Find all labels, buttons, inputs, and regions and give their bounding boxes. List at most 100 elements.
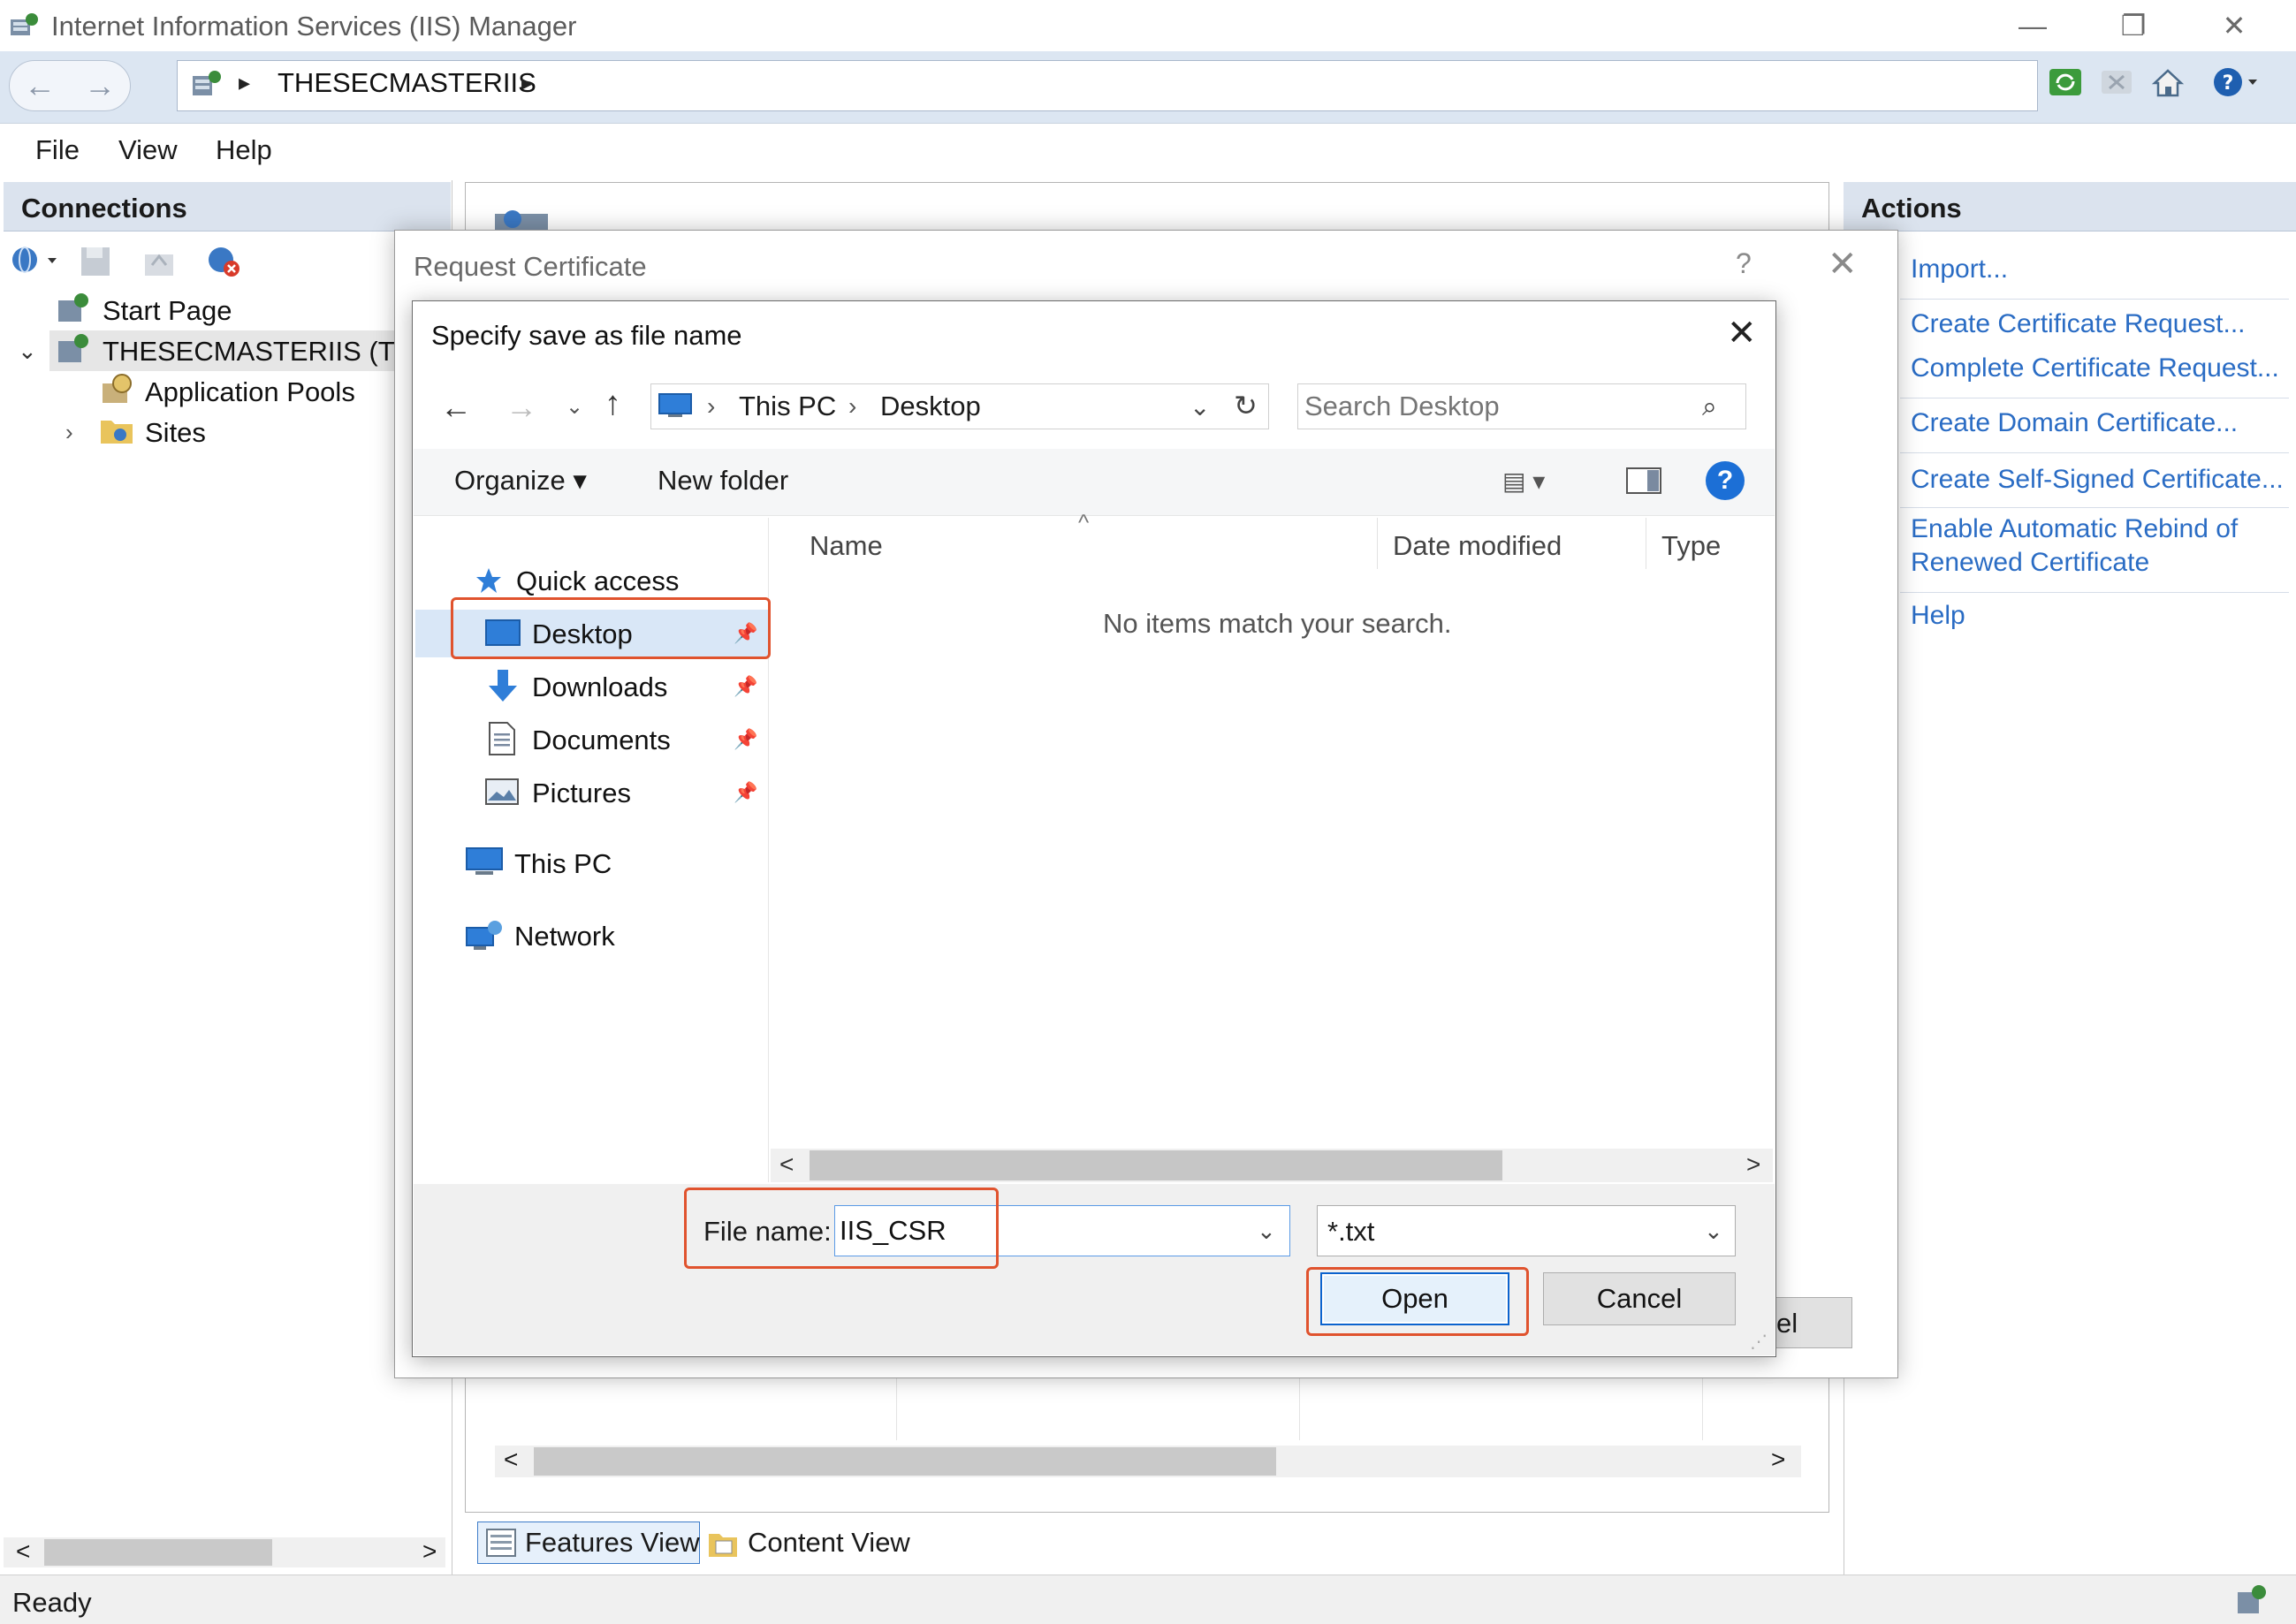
help-icon[interactable]: ? — [1706, 461, 1745, 500]
action-complete-certificate-request[interactable]: Complete Certificate Request... — [1911, 353, 2279, 383]
connections-hscroll-thumb[interactable] — [44, 1539, 272, 1566]
action-create-certificate-request[interactable]: Create Certificate Request... — [1911, 309, 2246, 339]
this-pc-icon — [466, 847, 503, 875]
minimize-button[interactable]: — — [1988, 5, 2077, 46]
cancel-button[interactable]: Cancel — [1543, 1272, 1736, 1325]
pin-icon[interactable]: 📌 — [734, 728, 757, 751]
server-icon — [58, 334, 88, 362]
file-list-hscroll-thumb[interactable] — [810, 1150, 1502, 1180]
action-enable-rebind-line1[interactable]: Enable Automatic Rebind of — [1911, 514, 2238, 544]
desktop-highlight-box — [451, 597, 771, 659]
search-input[interactable] — [1304, 387, 1693, 426]
action-help[interactable]: Help — [1911, 601, 1965, 631]
breadcrumb-separator-icon: › — [707, 392, 716, 420]
documents-icon — [489, 722, 515, 755]
content-view-label[interactable]: Content View — [748, 1527, 910, 1559]
help-icon[interactable]: ? — [1736, 247, 1752, 280]
command-bar — [414, 449, 1775, 516]
scroll-right-icon[interactable]: > — [422, 1537, 437, 1566]
nav-documents[interactable]: Documents — [532, 725, 671, 756]
close-button[interactable]: ✕ — [2190, 5, 2278, 46]
breadcrumb-separator-icon[interactable]: › — [848, 392, 856, 421]
scroll-right-icon[interactable]: > — [1746, 1150, 1760, 1179]
refresh-icon[interactable]: ↻ — [1234, 389, 1258, 422]
menu-view[interactable]: View — [118, 134, 178, 166]
breadcrumb-server-node[interactable]: THESECMASTERIIS — [277, 67, 536, 99]
action-create-domain-certificate[interactable]: Create Domain Certificate... — [1911, 408, 2238, 438]
tree-application-pools[interactable]: Application Pools — [145, 376, 355, 408]
back-arrow-icon[interactable]: ← — [24, 67, 56, 104]
divider — [1900, 452, 2289, 453]
pin-icon[interactable]: 📌 — [734, 675, 757, 698]
close-icon[interactable]: ✕ — [1828, 244, 1858, 285]
home-icon[interactable] — [2149, 64, 2186, 101]
action-import[interactable]: Import... — [1911, 254, 2008, 285]
tree-start-page[interactable]: Start Page — [103, 295, 232, 327]
breadcrumb-arrow-icon[interactable]: ▸ — [521, 69, 533, 96]
chevron-right-icon[interactable]: › — [65, 419, 73, 446]
disconnect-icon[interactable] — [203, 242, 244, 281]
scroll-left-icon[interactable]: < — [16, 1537, 30, 1566]
content-view-icon — [709, 1534, 737, 1557]
center-hscroll-thumb[interactable] — [534, 1447, 1276, 1476]
menu-file[interactable]: File — [35, 134, 80, 166]
features-view-icon — [486, 1529, 516, 1557]
nav-pictures[interactable]: Pictures — [532, 778, 631, 809]
action-create-self-signed-certificate[interactable]: Create Self-Signed Certificate... — [1911, 465, 2284, 495]
features-view-label[interactable]: Features View — [525, 1527, 700, 1559]
empty-list-message: No items match your search. — [1103, 608, 1452, 639]
chevron-down-icon[interactable]: ⌄ — [1704, 1218, 1723, 1245]
close-icon[interactable]: ✕ — [1727, 313, 1757, 353]
preview-pane-icon[interactable] — [1624, 465, 1663, 497]
nav-network[interactable]: Network — [514, 921, 615, 952]
scroll-right-icon[interactable]: > — [1771, 1446, 1785, 1474]
breadcrumb-desktop[interactable]: Desktop — [880, 391, 981, 422]
status-bar — [0, 1575, 2296, 1624]
status-text: Ready — [12, 1587, 92, 1618]
nav-downloads[interactable]: Downloads — [532, 672, 667, 703]
up-folder-icon[interactable] — [141, 244, 177, 279]
pin-icon[interactable]: 📌 — [734, 781, 757, 804]
tree-sites[interactable]: Sites — [145, 417, 206, 449]
breadcrumb-this-pc[interactable]: This PC — [739, 391, 836, 422]
server-icon — [193, 71, 221, 95]
change-view-icon[interactable]: ▤ ▾ — [1502, 467, 1545, 496]
filetype-select[interactable] — [1317, 1205, 1736, 1256]
menu-help[interactable]: Help — [216, 134, 272, 166]
restore-button[interactable]: ❐ — [2089, 5, 2178, 46]
save-icon[interactable] — [78, 244, 113, 279]
grid-line — [896, 1375, 897, 1440]
pictures-icon — [485, 778, 519, 805]
server-certificates-icon — [495, 210, 548, 231]
chevron-down-icon[interactable]: ⌄ — [1190, 392, 1210, 421]
forward-arrow-icon[interactable]: → — [506, 389, 537, 426]
refresh-green-icon[interactable] — [2047, 64, 2084, 101]
svg-text:?: ? — [2223, 72, 2234, 95]
nav-quick-access[interactable]: Quick access — [516, 565, 679, 597]
organize-menu-button[interactable]: Organize ▾ — [454, 465, 587, 497]
column-divider[interactable] — [1377, 518, 1378, 569]
help-dropdown-icon[interactable]: ? — [2209, 64, 2262, 101]
chevron-down-icon[interactable]: ⌄ — [1257, 1218, 1276, 1245]
connections-title: Connections — [21, 193, 187, 224]
resize-grip-icon[interactable]: ⋰ — [1750, 1331, 1768, 1353]
recent-locations-icon[interactable]: ⌄ — [566, 394, 583, 420]
stop-icon[interactable] — [2098, 64, 2135, 101]
scroll-left-icon[interactable]: < — [504, 1446, 518, 1474]
forward-arrow-icon[interactable]: → — [84, 67, 116, 104]
column-header-type[interactable]: Type — [1661, 530, 1721, 562]
window-title: Internet Information Services (IIS) Mana… — [51, 11, 577, 42]
action-enable-rebind-line2[interactable]: Renewed Certificate — [1911, 548, 2149, 578]
scroll-left-icon[interactable]: < — [779, 1150, 794, 1179]
new-folder-button[interactable]: New folder — [658, 465, 788, 497]
column-header-date-modified[interactable]: Date modified — [1393, 530, 1562, 562]
column-header-name[interactable]: Name — [810, 530, 883, 562]
request-cancel-label: el — [1776, 1308, 1798, 1339]
connect-globe-icon[interactable] — [9, 242, 62, 281]
nav-this-pc[interactable]: This PC — [514, 848, 612, 880]
back-forward-buttons[interactable]: ← → — [9, 60, 131, 111]
back-arrow-icon[interactable]: ← — [440, 389, 472, 426]
search-icon[interactable]: ⌕ — [1702, 392, 1717, 422]
up-arrow-icon[interactable]: ↑ — [604, 385, 621, 423]
chevron-down-icon[interactable]: ⌄ — [18, 338, 37, 365]
